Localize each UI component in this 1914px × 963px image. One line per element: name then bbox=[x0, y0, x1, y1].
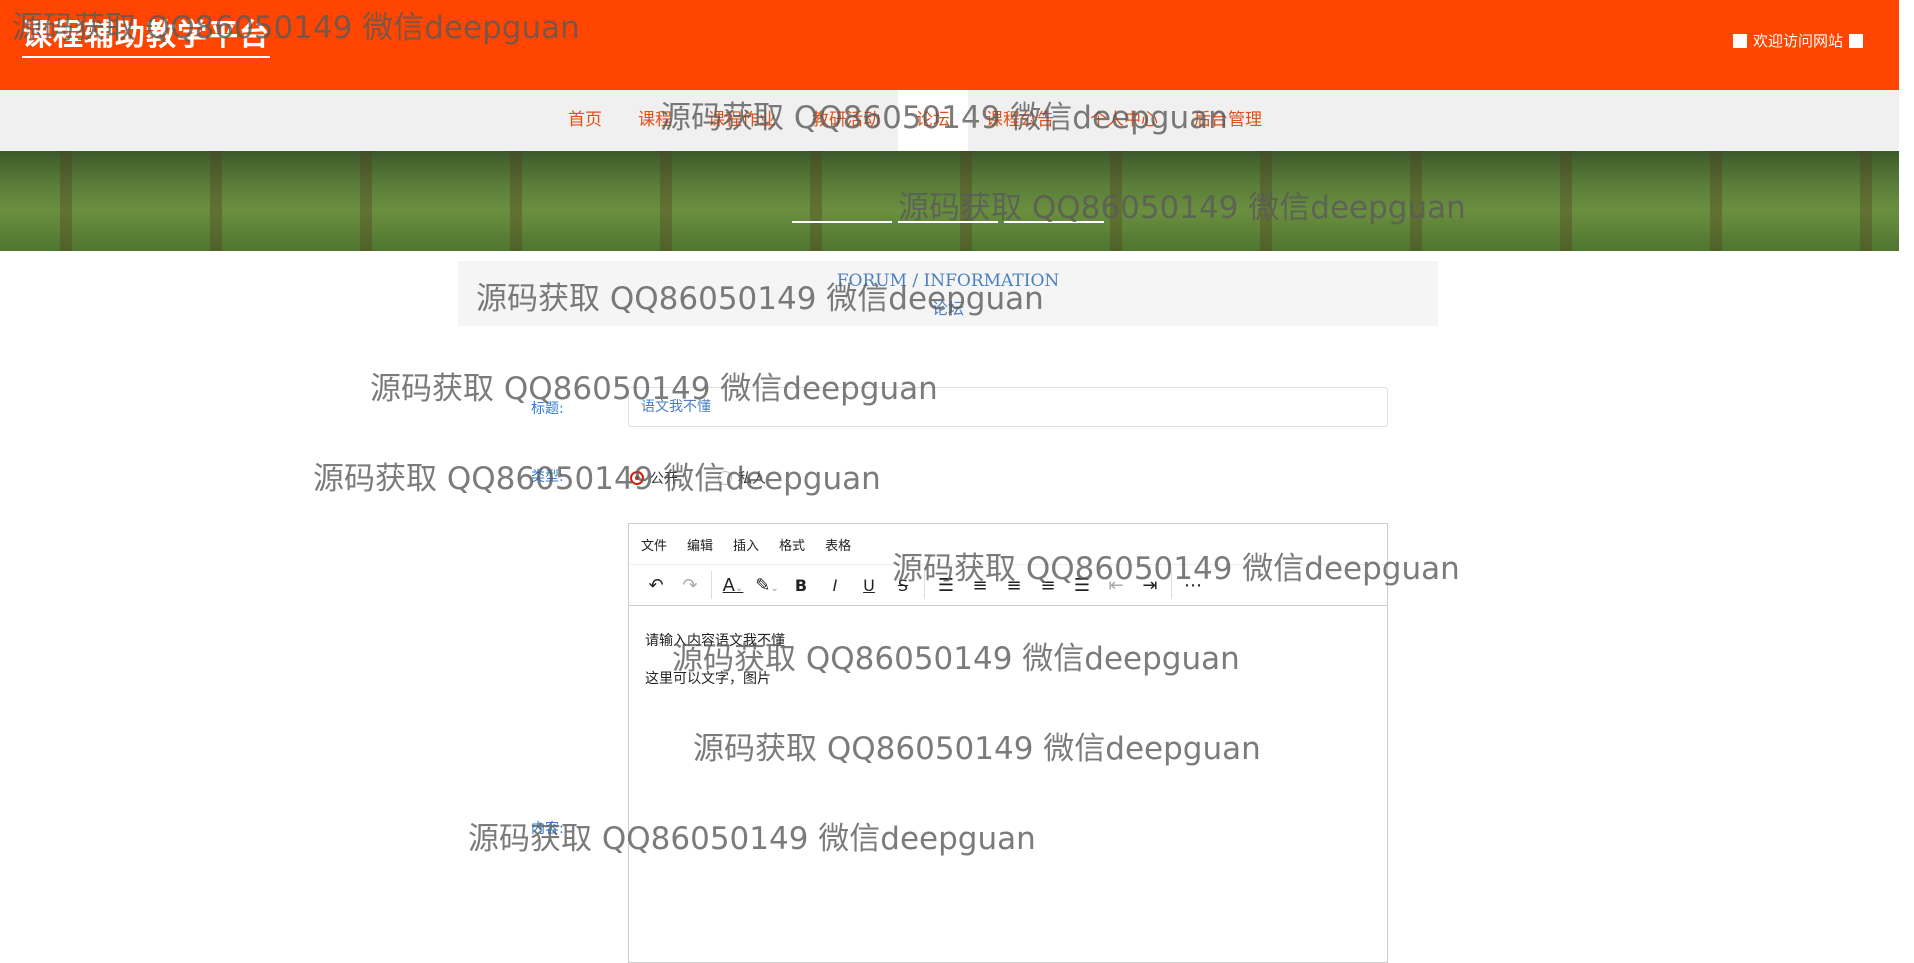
nav-item-notice[interactable]: 课程公告 bbox=[968, 90, 1072, 151]
align-justify-icon[interactable]: ☰ bbox=[1065, 575, 1099, 596]
indent-icon[interactable]: ⇥ bbox=[1133, 575, 1167, 596]
section-title-cn: 论坛 bbox=[931, 299, 964, 318]
nav-item-home[interactable]: 首页 bbox=[550, 90, 620, 151]
underline-icon[interactable]: U bbox=[852, 576, 886, 595]
editor-menubar: 文件 编辑 插入 格式 表格 bbox=[629, 524, 1387, 565]
toolbar-divider bbox=[924, 571, 925, 599]
nav-item-homework[interactable]: 课程作业 bbox=[690, 90, 794, 151]
square-icon bbox=[1849, 33, 1863, 48]
section-header: FORUM / INFORMATION 论坛 bbox=[458, 261, 1438, 326]
main-nav: 首页 课程 课程作业 教研活动 论坛 课程公告 个人中心 后台管理 bbox=[0, 90, 1899, 151]
menu-table[interactable]: 表格 bbox=[825, 535, 851, 554]
site-title[interactable]: 课程辅助教学平台 bbox=[22, 18, 270, 58]
toolbar-divider bbox=[711, 571, 712, 599]
editor-content[interactable]: 请输入内容语文我不懂 这里可以文字，图片 bbox=[629, 606, 1387, 714]
content-label: 内容: bbox=[531, 821, 564, 837]
strikethrough-icon[interactable]: S bbox=[886, 576, 920, 595]
outdent-icon[interactable]: ⇤ bbox=[1099, 575, 1133, 596]
redo-icon[interactable]: ↷ bbox=[673, 575, 707, 596]
welcome-text: 欢迎访问网站 bbox=[1752, 32, 1843, 50]
title-label: 标题: bbox=[531, 401, 564, 417]
radio-public[interactable] bbox=[630, 471, 644, 485]
banner-divider bbox=[1004, 221, 1104, 223]
square-icon bbox=[1732, 33, 1747, 48]
align-center-icon[interactable]: ≡ bbox=[997, 575, 1031, 596]
nav-item-course[interactable]: 课程 bbox=[620, 90, 690, 151]
top-header: 课程辅助教学平台 欢迎访问网站 bbox=[0, 0, 1899, 90]
menu-edit[interactable]: 编辑 bbox=[687, 535, 713, 554]
more-icon[interactable]: ⋯ bbox=[1176, 575, 1210, 596]
type-radio-group: 公开 私人 bbox=[630, 468, 766, 488]
line-height-icon[interactable]: ☰ bbox=[929, 575, 963, 596]
nav-item-admin[interactable]: 后台管理 bbox=[1176, 90, 1280, 151]
radio-public-label[interactable]: 公开 bbox=[650, 468, 678, 488]
undo-icon[interactable]: ↶ bbox=[639, 575, 673, 596]
nav-item-profile[interactable]: 个人中心 bbox=[1072, 90, 1176, 151]
font-color-icon[interactable]: A⌄ bbox=[716, 575, 750, 596]
editor-toolbar: ↶ ↷ A⌄ ✎⌄ B I U S ☰ ≡ ≡ ≡ ☰ ⇤ ⇥ ⋯ bbox=[629, 565, 1387, 606]
radio-private[interactable] bbox=[718, 471, 732, 485]
align-right-icon[interactable]: ≡ bbox=[1031, 575, 1065, 596]
banner-divider bbox=[898, 221, 998, 223]
content-line: 请输入内容语文我不懂 bbox=[645, 633, 785, 649]
bold-icon[interactable]: B bbox=[784, 576, 818, 595]
nav-item-research[interactable]: 教研活动 bbox=[794, 90, 898, 151]
menu-file[interactable]: 文件 bbox=[641, 535, 667, 554]
section-title-en: FORUM / INFORMATION bbox=[836, 271, 1060, 291]
radio-private-label[interactable]: 私人 bbox=[738, 468, 766, 488]
watermark-text: 源码获取 QQ86050149 微信deepguan bbox=[313, 461, 881, 497]
italic-icon[interactable]: I bbox=[818, 576, 852, 595]
toolbar-divider bbox=[1171, 571, 1172, 599]
nav-item-forum[interactable]: 论坛 bbox=[898, 90, 968, 151]
type-label: 类型: bbox=[531, 469, 564, 485]
welcome-area: 欢迎访问网站 bbox=[1732, 30, 1863, 51]
rich-text-editor: 文件 编辑 插入 格式 表格 ↶ ↷ A⌄ ✎⌄ B I U S ☰ ≡ ≡ ≡… bbox=[628, 523, 1388, 963]
title-input[interactable]: 语文我不懂 bbox=[628, 387, 1388, 427]
highlight-icon[interactable]: ✎⌄ bbox=[750, 575, 784, 596]
banner-image bbox=[0, 151, 1899, 251]
align-left-icon[interactable]: ≡ bbox=[963, 575, 997, 596]
content-line: 这里可以文字，图片 bbox=[645, 671, 771, 687]
menu-format[interactable]: 格式 bbox=[779, 535, 805, 554]
banner-divider bbox=[792, 221, 892, 223]
menu-insert[interactable]: 插入 bbox=[733, 535, 759, 554]
